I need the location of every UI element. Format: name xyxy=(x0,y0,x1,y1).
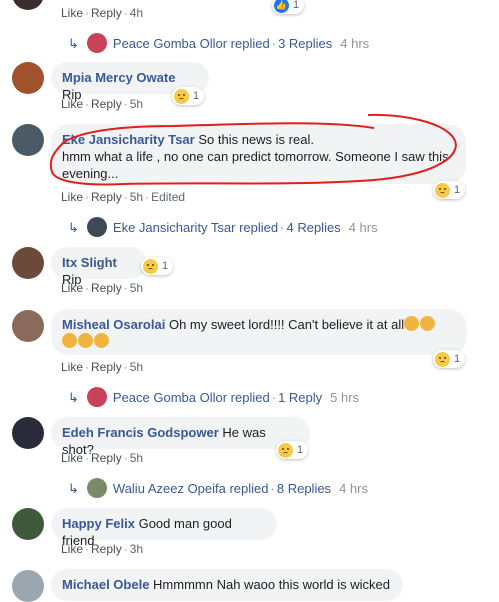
reaction-badge[interactable]: 1 xyxy=(141,257,174,275)
reply-count[interactable]: 4 Replies xyxy=(286,220,340,235)
comment-author[interactable]: Misheal Osarolai xyxy=(62,317,165,332)
comment-author[interactable]: Edeh Francis Godspower xyxy=(62,425,219,440)
reply-time: 5 hrs xyxy=(330,390,360,405)
comment-time: 5h xyxy=(129,97,144,111)
avatar[interactable] xyxy=(12,124,44,156)
reply-author[interactable]: Peace Gomba Ollor replied xyxy=(113,390,270,405)
avatar xyxy=(86,478,107,498)
reply-link[interactable]: Reply xyxy=(91,190,122,204)
avatar[interactable] xyxy=(12,62,44,94)
reply-author[interactable]: Waliu Azeez Opeifa replied xyxy=(113,481,269,496)
reply-thread[interactable]: ↳ Eke Jansicharity Tsar replied · 4 Replies… xyxy=(68,217,378,237)
reply-link[interactable]: Reply xyxy=(91,451,122,465)
reply-arrow-icon: ↳ xyxy=(68,36,79,51)
crying-cat-emoji-icon xyxy=(62,333,77,348)
reply-link[interactable]: Reply xyxy=(91,542,122,556)
reply-author[interactable]: Peace Gomba Ollor replied xyxy=(113,36,270,51)
reply-link[interactable]: Reply xyxy=(91,97,122,111)
sad-reaction-icon xyxy=(143,258,158,274)
like-link[interactable]: Like xyxy=(61,6,83,20)
red-annotation-circle xyxy=(49,113,457,186)
comment-actions: Like · Reply · 4h xyxy=(61,6,144,20)
like-link[interactable]: Like xyxy=(61,190,83,204)
avatar[interactable] xyxy=(12,0,44,10)
like-link[interactable]: Like xyxy=(61,360,83,374)
reply-thread[interactable]: ↳ Peace Gomba Ollor replied · 3 Replies 4 hr… xyxy=(68,33,369,53)
comment-actions: Like · Reply · 5h · Edited xyxy=(61,190,186,204)
like-link[interactable]: Like xyxy=(61,451,83,465)
reaction-badge[interactable]: 1 xyxy=(433,350,466,368)
avatar[interactable] xyxy=(12,247,44,279)
avatar[interactable] xyxy=(12,508,44,540)
comment-bubble: Edeh Francis Godspower He was shot? xyxy=(51,417,310,457)
comment-bubble: Misheal Osarolai Oh my sweet lord!!!! Ca… xyxy=(51,309,467,355)
comment-time: 5h xyxy=(129,451,144,465)
comment-time: 5h xyxy=(129,190,144,204)
comment-text: Hmmmmn Nah waoo this world is wicked xyxy=(153,577,390,592)
avatar xyxy=(86,33,107,53)
crying-cat-emoji-icon xyxy=(94,333,109,348)
crying-cat-emoji-icon xyxy=(404,316,420,331)
comment-actions: Like · Reply · 5h xyxy=(61,281,144,295)
reply-arrow-icon: ↳ xyxy=(68,390,79,405)
reply-count[interactable]: 8 Replies xyxy=(277,481,331,496)
reply-time: 4 hrs xyxy=(348,220,378,235)
sad-reaction-icon xyxy=(435,182,450,198)
reaction-badge[interactable]: 1 xyxy=(172,87,205,105)
like-link[interactable]: Like xyxy=(61,542,83,556)
crying-cat-emoji-icon xyxy=(420,316,436,331)
comment-actions: Like · Reply · 5h xyxy=(61,451,144,465)
crying-cat-emoji-icon xyxy=(78,333,93,348)
comment-author[interactable]: Michael Obele xyxy=(62,577,149,592)
avatar xyxy=(86,217,107,237)
comment-author[interactable]: Happy Felix xyxy=(62,516,135,531)
reply-time: 4 hrs xyxy=(339,481,368,496)
comment-text: Oh my sweet lord!!!! Can't believe it at… xyxy=(168,317,405,332)
reply-author[interactable]: Eke Jansicharity Tsar replied xyxy=(113,220,278,235)
sad-reaction-icon xyxy=(278,442,293,458)
avatar xyxy=(86,387,107,407)
reply-thread[interactable]: ↳ Waliu Azeez Opeifa replied · 8 Replies 4 h… xyxy=(68,478,368,498)
comment-bubble: Michael Obele Hmmmmn Nah waoo this world… xyxy=(51,569,403,601)
comment-actions: Like · Reply · 5h xyxy=(61,360,144,374)
avatar[interactable] xyxy=(12,310,44,342)
comment-time: 4h xyxy=(129,6,144,20)
reaction-badge[interactable]: 1 xyxy=(433,181,466,199)
reply-arrow-icon: ↳ xyxy=(68,220,79,235)
comment-actions: Like · Reply · 3h xyxy=(61,542,144,556)
avatar[interactable] xyxy=(12,417,44,449)
comment-bubble: Happy Felix Good man good friend xyxy=(51,508,277,548)
comment-author[interactable]: Itx Slight xyxy=(62,255,117,270)
reply-time: 4 hrs xyxy=(340,36,370,51)
reply-count[interactable]: 1 Reply xyxy=(278,390,322,405)
reply-arrow-icon: ↳ xyxy=(68,481,79,496)
reaction-badge[interactable]: 👍 1 xyxy=(272,0,305,14)
like-link[interactable]: Like xyxy=(61,281,83,295)
comment-bubble: Itx Slight Rip xyxy=(51,247,147,287)
avatar[interactable] xyxy=(12,570,44,602)
reply-link[interactable]: Reply xyxy=(91,6,122,20)
reaction-badge[interactable]: 1 xyxy=(276,441,309,459)
reaction-count: 1 xyxy=(293,0,300,11)
comment-time: 5h xyxy=(129,360,144,374)
comment-author[interactable]: Mpia Mercy Owate xyxy=(62,70,175,85)
reply-link[interactable]: Reply xyxy=(91,281,122,295)
comment-time: 5h xyxy=(129,281,144,295)
like-link[interactable]: Like xyxy=(61,97,83,111)
edited-label: Edited xyxy=(151,190,186,204)
reply-count[interactable]: 3 Replies xyxy=(278,36,332,51)
comment-actions: Like · Reply · 5h xyxy=(61,97,144,111)
sad-reaction-icon xyxy=(435,351,450,367)
reply-link[interactable]: Reply xyxy=(91,360,122,374)
comment-time: 3h xyxy=(129,542,144,556)
sad-reaction-icon xyxy=(174,88,189,104)
like-reaction-icon: 👍 xyxy=(274,0,289,13)
reply-thread[interactable]: ↳ Peace Gomba Ollor replied · 1 Reply 5 hrs xyxy=(68,387,359,407)
